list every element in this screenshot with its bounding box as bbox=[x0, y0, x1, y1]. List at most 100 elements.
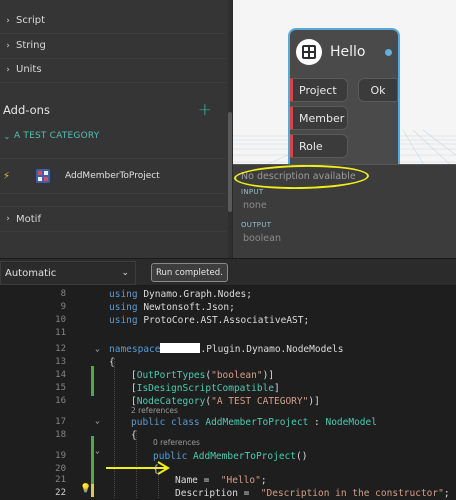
code-token: OutPortTypes bbox=[136, 370, 206, 381]
code-line[interactable]: 8 using Dynamo.Graph.Nodes; bbox=[0, 288, 456, 301]
code-text: public AddMemberToProject() bbox=[153, 450, 307, 463]
code-token: Name = bbox=[175, 475, 216, 486]
code-token: Newtonsoft.Json; bbox=[137, 302, 235, 313]
library-category-label: Motif bbox=[16, 213, 41, 225]
code-line[interactable]: 15 [IsDesignScriptCompatible] bbox=[0, 382, 456, 395]
custom-node-icon bbox=[36, 169, 50, 183]
line-number: 10 bbox=[55, 315, 66, 325]
code-line[interactable]: 10 using ProtoCore.AST.AssociativeAST; bbox=[0, 314, 456, 327]
scrollbar-thumb[interactable] bbox=[228, 112, 232, 212]
status-bar: Automatic ⌄ Run completed. bbox=[0, 258, 456, 286]
code-line[interactable]: 21 Name = "Hello"; bbox=[0, 474, 456, 487]
hello-node[interactable]: Hello Project Member Role Ok bbox=[288, 28, 400, 173]
chevron-right-icon: › bbox=[6, 64, 10, 75]
library-category-script[interactable]: › Script bbox=[0, 8, 226, 34]
code-line[interactable]: 13 { bbox=[0, 356, 456, 369]
code-token: "boolean" bbox=[211, 370, 263, 381]
line-number: 21 bbox=[55, 475, 66, 485]
code-text: [IsDesignScriptCompatible] bbox=[131, 382, 280, 395]
addons-section-header: Add-ons + bbox=[0, 96, 226, 124]
line-number: 11 bbox=[55, 328, 66, 338]
code-text: { bbox=[131, 429, 137, 442]
line-number: 14 bbox=[55, 370, 66, 380]
code-token: { bbox=[131, 430, 137, 441]
code-text: public class AddMemberToProject : NodeMo… bbox=[131, 416, 377, 429]
code-token: "Description in the constructor" bbox=[255, 488, 444, 499]
run-mode-select[interactable]: Automatic ⌄ bbox=[0, 261, 136, 285]
input-port-member[interactable]: Member bbox=[290, 106, 348, 130]
code-token: Dynamo.Graph.Nodes; bbox=[137, 289, 252, 300]
code-token: public class bbox=[131, 417, 200, 428]
redacted-block bbox=[160, 343, 201, 353]
graph-canvas[interactable]: Hello Project Member Role Ok No descript… bbox=[233, 0, 456, 258]
line-number: 12 bbox=[55, 344, 66, 354]
code-text: using ProtoCore.AST.AssociativeAST; bbox=[109, 314, 309, 327]
code-token: ; bbox=[260, 475, 267, 486]
code-line[interactable]: 18 { bbox=[0, 429, 456, 442]
line-number: 18 bbox=[55, 430, 66, 440]
code-token: AddMemberToProject bbox=[187, 451, 296, 462]
code-token: namespace bbox=[109, 344, 161, 355]
code-token: ProtoCore.AST.AssociativeAST; bbox=[137, 315, 310, 326]
port-label: Ok bbox=[370, 83, 386, 97]
code-text: namespace .Plugin.Dynamo.NodeModels bbox=[109, 343, 343, 356]
code-token: : bbox=[308, 417, 320, 428]
line-number: 16 bbox=[55, 396, 66, 406]
library-scrollbar[interactable] bbox=[228, 0, 232, 258]
code-token: "A TEST CATEGORY" bbox=[211, 396, 309, 407]
code-token: ] bbox=[274, 383, 280, 394]
output-port-ok[interactable]: Ok bbox=[358, 78, 398, 102]
code-line[interactable]: 11 bbox=[0, 327, 456, 340]
screenshot-root: › Script › String › Units Add-ons + ⌄ A … bbox=[0, 0, 456, 500]
run-status-text: Run completed. bbox=[156, 267, 223, 278]
code-token: "Hello" bbox=[215, 475, 261, 486]
code-line[interactable]: 9 using Newtonsoft.Json; bbox=[0, 301, 456, 314]
library-category-string[interactable]: › String bbox=[0, 33, 226, 59]
library-node-label: AddMemberToProject bbox=[65, 171, 160, 181]
code-line[interactable]: 19 public AddMemberToProject() bbox=[0, 450, 456, 463]
code-line[interactable]: 14 [OutPortTypes("boolean")] bbox=[0, 369, 456, 382]
tooltip-output-label: OUTPUT bbox=[241, 221, 272, 229]
code-line[interactable]: 22 Description = "Description in the cons… bbox=[0, 487, 456, 500]
code-token: () bbox=[296, 451, 308, 462]
chevron-right-icon: › bbox=[6, 15, 10, 26]
code-line[interactable]: 16 [NodeCategory("A TEST CATEGORY")] bbox=[0, 395, 456, 408]
code-text: { bbox=[109, 356, 115, 369]
code-token: AddMemberToProject bbox=[199, 417, 309, 428]
input-port-role[interactable]: Role bbox=[290, 134, 348, 158]
node-title: Hello bbox=[330, 44, 366, 60]
code-text: using Newtonsoft.Json; bbox=[109, 301, 235, 314]
code-editor[interactable]: ⌄ ⌄ ⌄ 2 references 0 references 💡 8 using… bbox=[0, 286, 456, 500]
chevron-right-icon: › bbox=[6, 214, 10, 224]
tooltip-input-label: INPUT bbox=[241, 188, 264, 196]
node-header: Hello bbox=[290, 30, 398, 74]
port-label: Member bbox=[299, 111, 345, 125]
code-token: using bbox=[109, 302, 138, 313]
tooltip-input-value: none bbox=[243, 200, 267, 211]
input-port-project[interactable]: Project bbox=[290, 78, 348, 102]
code-token: NodeModel bbox=[319, 417, 377, 428]
port-label: Project bbox=[299, 83, 337, 97]
code-token: public bbox=[153, 451, 188, 462]
line-number: 8 bbox=[60, 289, 66, 299]
library-node-add-member[interactable]: ⚡ AddMemberToProject bbox=[0, 158, 226, 194]
code-token: IsDesignScriptCompatible bbox=[136, 383, 275, 394]
line-number: 17 bbox=[55, 417, 66, 427]
tooltip-output-value: boolean bbox=[243, 233, 281, 244]
test-category-row[interactable]: ⌄ A TEST CATEGORY bbox=[0, 124, 226, 148]
lightning-icon: ⚡ bbox=[3, 170, 11, 182]
code-token: using bbox=[109, 289, 138, 300]
code-text: [NodeCategory("A TEST CATEGORY")] bbox=[131, 395, 320, 408]
plus-icon[interactable]: + bbox=[198, 100, 212, 120]
library-category-label: Script bbox=[16, 15, 46, 26]
line-number: 19 bbox=[55, 451, 66, 461]
code-token: Description = bbox=[175, 488, 256, 499]
test-category-label: A TEST CATEGORY bbox=[14, 131, 100, 141]
code-token: { bbox=[109, 357, 115, 368]
library-category-motif[interactable]: › Motif bbox=[0, 206, 226, 232]
library-category-units[interactable]: › Units bbox=[0, 57, 226, 83]
code-token: )] bbox=[262, 370, 275, 381]
code-line[interactable]: 12 namespace .Plugin.Dynamo.NodeModels bbox=[0, 343, 456, 356]
code-text: Name = "Hello"; bbox=[175, 474, 267, 487]
code-line[interactable]: 17 public class AddMemberToProject : Node… bbox=[0, 416, 456, 429]
